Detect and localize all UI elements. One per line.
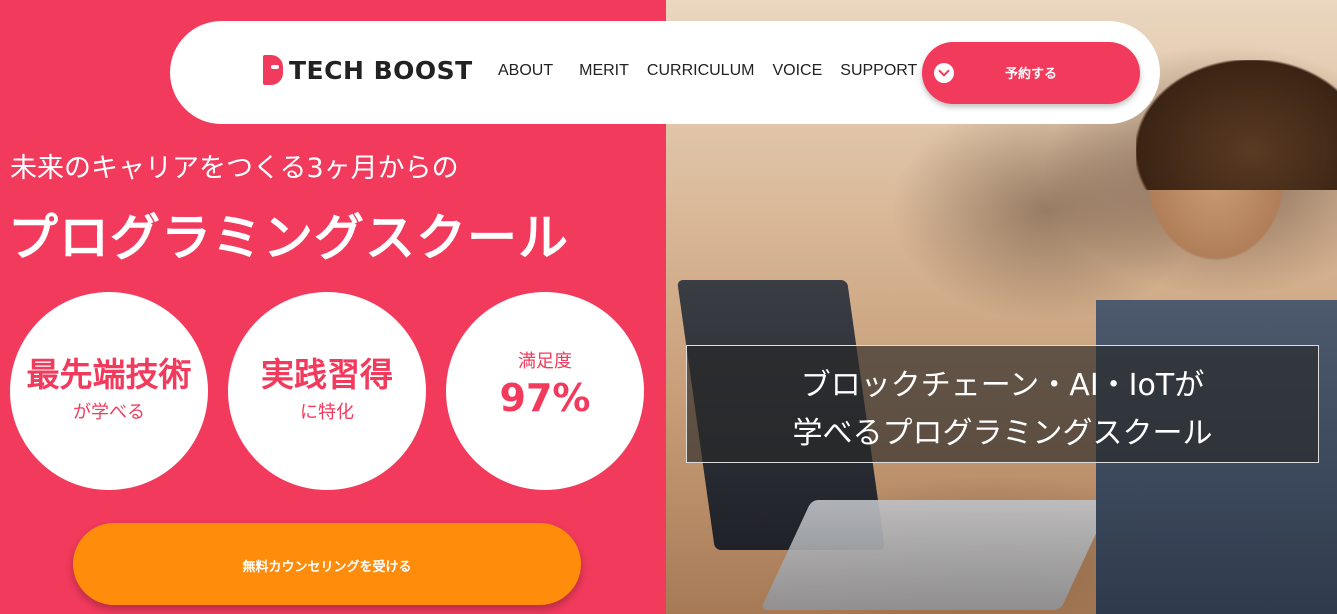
feature-title: 最先端技術 (26, 355, 192, 394)
logo[interactable]: TECH BOOST (263, 55, 473, 85)
reserve-button-label: 予約する (1004, 67, 1057, 82)
feature-circle-practice: 実践習得 に特化 (228, 292, 426, 490)
reserve-button[interactable]: 予約する (922, 42, 1140, 104)
main-nav: ABOUT MERIT CURRICULUM VOICE SUPPORT (498, 62, 935, 80)
nav-curriculum[interactable]: CURRICULUM (647, 62, 755, 80)
satisfaction-value: 97% (499, 376, 591, 420)
student-hair (1136, 60, 1337, 190)
nav-voice[interactable]: VOICE (772, 62, 822, 80)
feature-title: 実践習得 (261, 355, 393, 394)
feature-circle-satisfaction: 満足度 97% (446, 292, 644, 490)
hero-headline: プログラミングスクール (8, 209, 569, 267)
nav-support[interactable]: SUPPORT (840, 62, 917, 80)
overlay-line-1: ブロックチェーン・AI・IoTが (800, 368, 1205, 403)
hero-tagline: 未来のキャリアをつくる3ヶ月からの (10, 153, 459, 184)
laptop-keyboard (760, 500, 1112, 610)
satisfaction-label: 満足度 (518, 351, 572, 372)
cta-label: 無料カウンセリングを受ける (242, 560, 412, 575)
nav-merit[interactable]: MERIT (579, 62, 629, 80)
hero-overlay-caption: ブロックチェーン・AI・IoTが 学べるプログラミングスクール (686, 345, 1319, 463)
free-counseling-button[interactable]: 無料カウンセリングを受ける (73, 523, 581, 605)
feature-circle-tech: 最先端技術 が学べる (10, 292, 208, 490)
feature-subtitle: に特化 (300, 402, 354, 423)
feature-subtitle: が学べる (73, 402, 145, 423)
overlay-line-2: 学べるプログラミングスクール (792, 416, 1213, 451)
logo-text: TECH BOOST (289, 55, 473, 85)
nav-about[interactable]: ABOUT (498, 62, 553, 80)
logo-b-icon (263, 55, 283, 85)
